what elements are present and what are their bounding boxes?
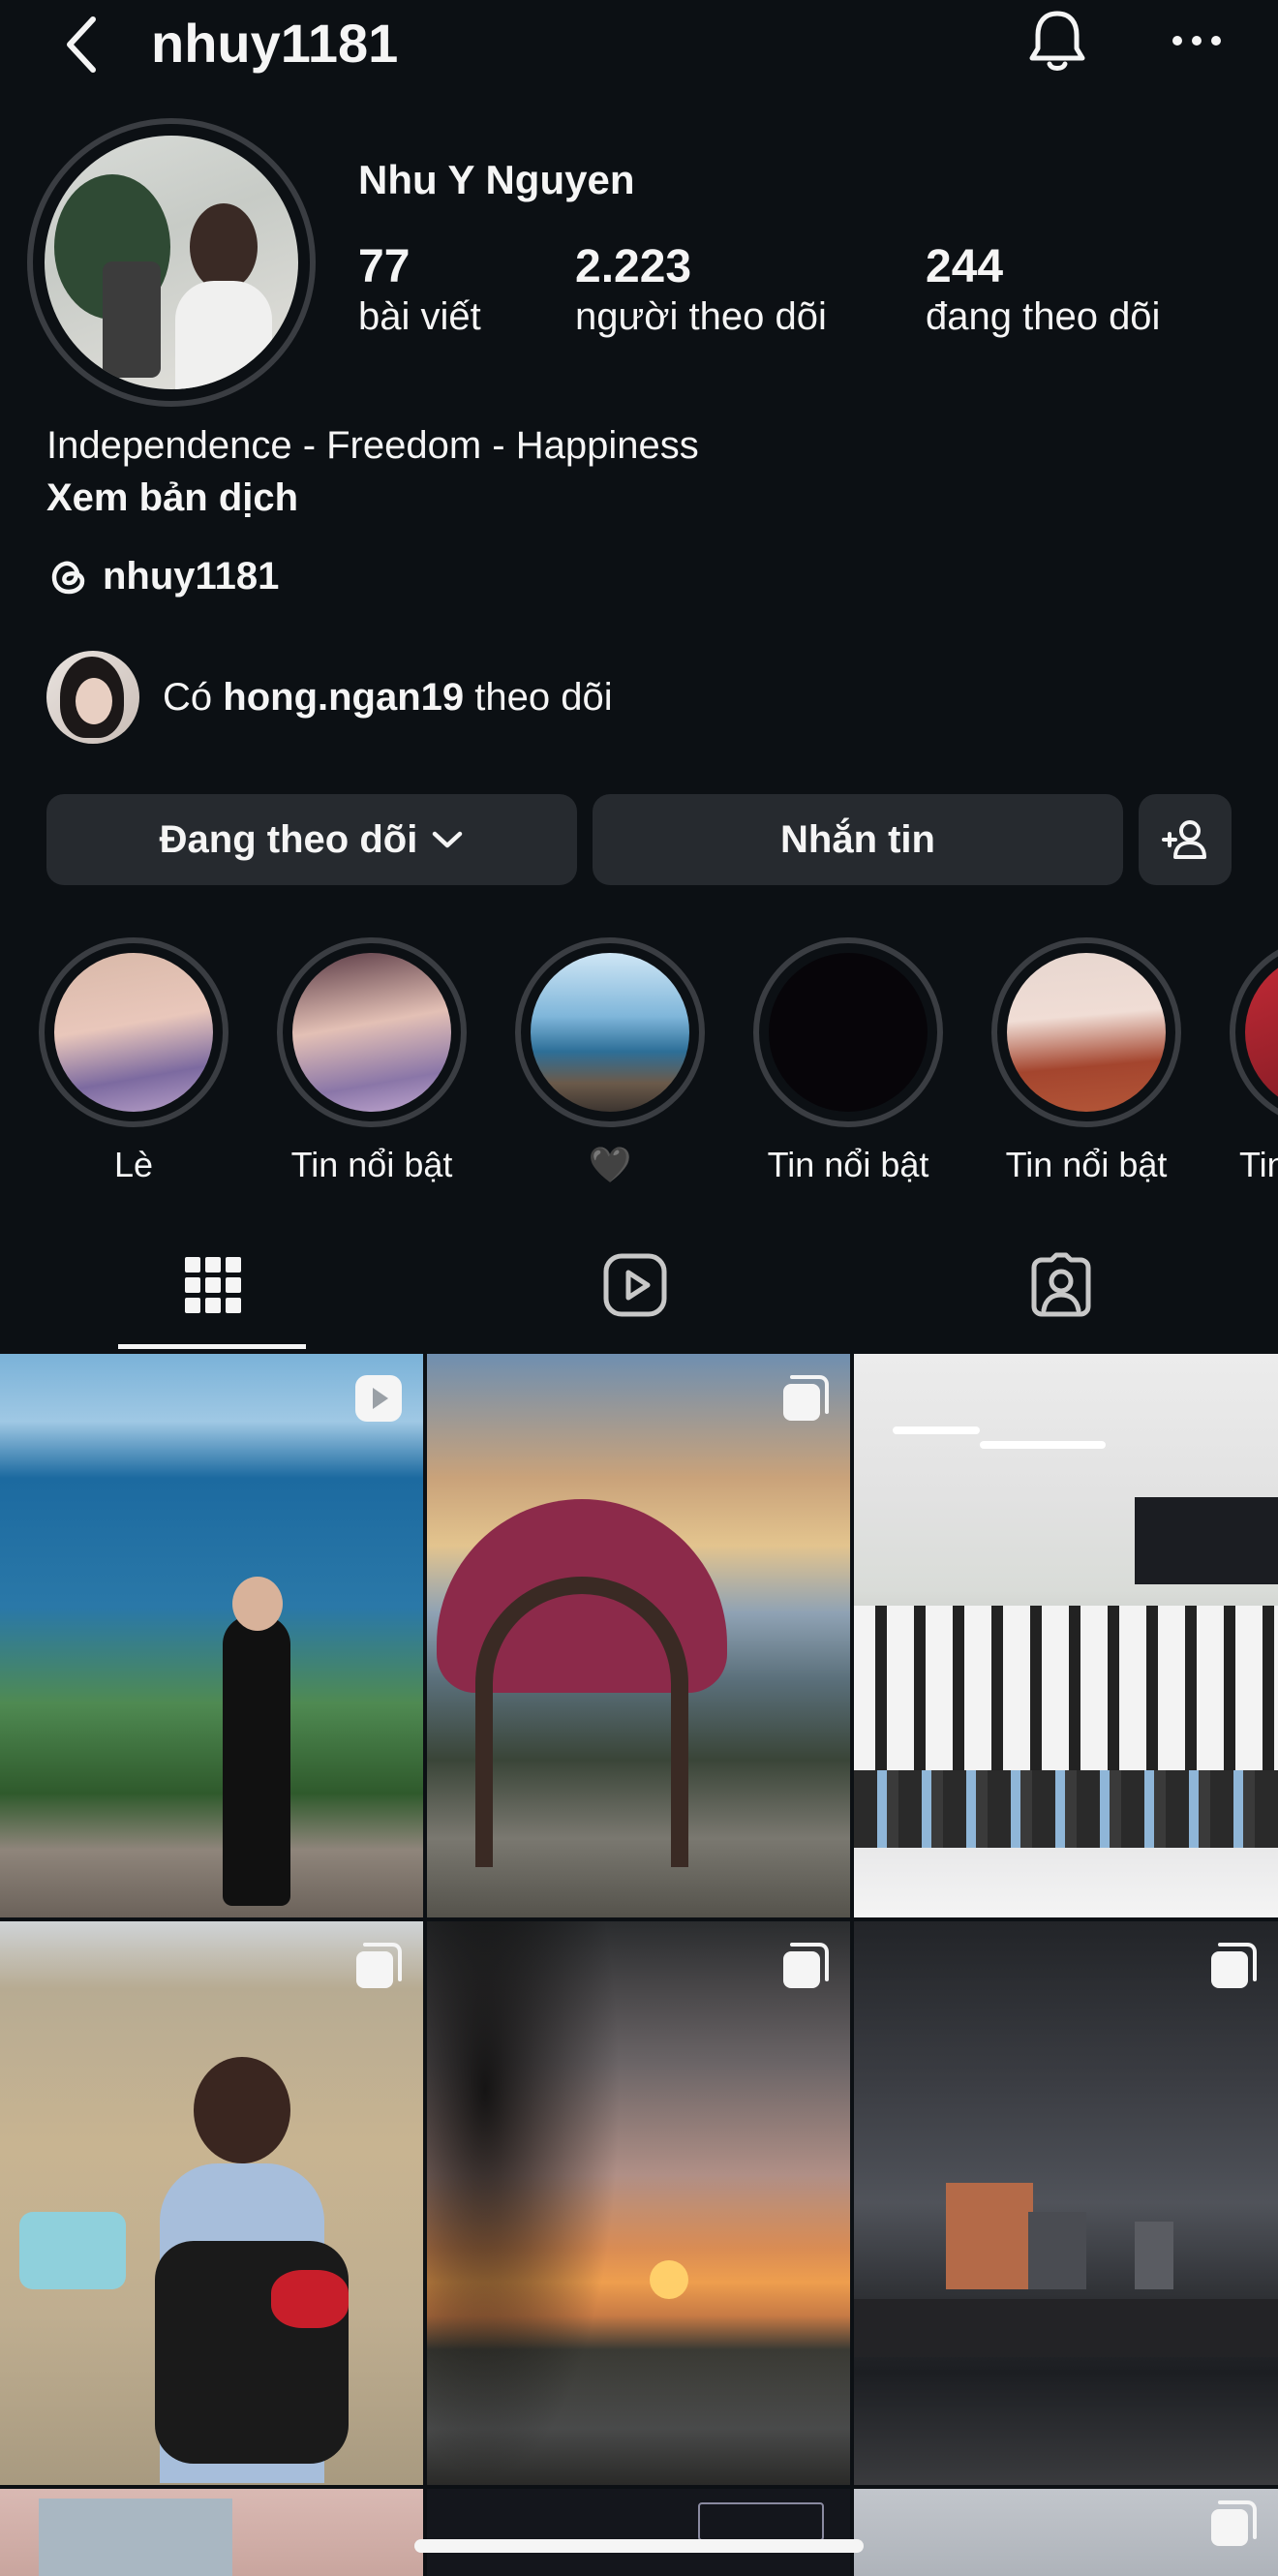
highlight-item[interactable]: Tin nổi bật: [277, 937, 467, 1185]
highlight-label: Tin: [1239, 1145, 1278, 1184]
carousel-icon: [1208, 2500, 1259, 2553]
highlight-cover: [753, 937, 943, 1127]
highlight-label: Tin nổi bật: [767, 1145, 929, 1184]
highlight-cover: [991, 937, 1181, 1127]
highlight-label: Tin nổi bật: [290, 1145, 453, 1184]
post-thumbnail[interactable]: [427, 2489, 850, 2576]
stat-posts[interactable]: 77 bài viết: [358, 240, 481, 339]
followed-by-suffix: theo dõi: [474, 676, 613, 719]
header-username: nhuy1181: [151, 13, 399, 74]
carousel-badge: [780, 1941, 831, 1996]
highlight-item[interactable]: Tin: [1230, 937, 1278, 1185]
add-person-icon: [1161, 818, 1209, 861]
post-thumbnail[interactable]: [427, 1354, 850, 1917]
message-button[interactable]: Nhắn tin: [593, 794, 1123, 885]
tab-tagged[interactable]: [966, 1222, 1156, 1348]
post-thumbnail[interactable]: [0, 1354, 423, 1917]
followed-by-text[interactable]: Có hong.ngan19 theo dõi: [163, 676, 613, 720]
stat-followers[interactable]: 2.223 người theo dõi: [575, 240, 827, 339]
highlight-item[interactable]: Lè: [39, 937, 228, 1185]
see-translation-link[interactable]: Xem bản dịch: [46, 476, 298, 520]
highlight-item[interactable]: 🖤: [515, 937, 705, 1185]
threads-handle: nhuy1181: [103, 554, 280, 598]
post-thumbnail[interactable]: [854, 1354, 1278, 1917]
following-button-label: Đang theo dõi: [159, 817, 418, 861]
bio-text: Independence - Freedom - Happiness: [46, 424, 699, 467]
carousel-icon: [780, 1375, 831, 1427]
followed-by-prefix: Có: [163, 676, 213, 719]
highlight-label: 🖤: [588, 1145, 632, 1184]
highlight-cover: [39, 937, 228, 1127]
reels-icon: [603, 1253, 667, 1317]
post-thumbnail[interactable]: [0, 1921, 423, 2485]
post-thumbnail[interactable]: [854, 1921, 1278, 2485]
highlight-item[interactable]: Tin nổi bật: [753, 937, 943, 1185]
message-button-label: Nhắn tin: [780, 817, 935, 861]
followed-by-user[interactable]: hong.ngan19: [223, 676, 464, 719]
tagged-icon: [1028, 1252, 1094, 1318]
post-thumbnail[interactable]: [427, 1921, 850, 2485]
display-name: Nhu Y Nguyen: [358, 157, 635, 202]
grid-icon: [185, 1257, 241, 1313]
threads-link[interactable]: nhuy1181: [48, 552, 279, 600]
stat-following-value: 244: [926, 241, 1004, 292]
more-options-icon[interactable]: [1170, 21, 1224, 60]
carousel-badge: [780, 1373, 831, 1428]
play-icon: [353, 1375, 404, 1427]
tab-reels[interactable]: [540, 1222, 730, 1348]
carousel-badge: [1208, 1941, 1259, 1996]
highlight-cover: [1230, 937, 1278, 1127]
highlight-item[interactable]: Tin nổi bật: [991, 937, 1181, 1185]
post-thumbnail[interactable]: [0, 2489, 423, 2576]
highlight-label: Tin nổi bật: [1005, 1145, 1168, 1184]
bell-icon[interactable]: [1026, 8, 1088, 76]
carousel-icon: [1208, 1943, 1259, 1995]
home-indicator[interactable]: [414, 2539, 864, 2553]
stat-followers-label: người theo dõi: [575, 295, 827, 338]
suggest-people-button[interactable]: [1139, 794, 1232, 885]
post-thumbnail[interactable]: [854, 2489, 1278, 2576]
stat-posts-value: 77: [358, 241, 411, 292]
highlight-cover: [515, 937, 705, 1127]
following-button[interactable]: Đang theo dõi: [46, 794, 577, 885]
carousel-icon: [780, 1943, 831, 1995]
profile-screen: { "header": {"username": "nhuy1181"}, "i…: [0, 0, 1278, 2576]
carousel-icon: [353, 1943, 404, 1995]
mutual-follower-avatar[interactable]: [46, 651, 139, 744]
carousel-badge: [1208, 2499, 1259, 2554]
stat-following-label: đang theo dõi: [926, 295, 1161, 338]
stat-posts-label: bài viết: [358, 295, 481, 338]
tab-posts[interactable]: [118, 1222, 308, 1348]
stat-following[interactable]: 244 đang theo dõi: [926, 240, 1160, 339]
reel-badge: [353, 1373, 404, 1428]
tab-active-indicator: [118, 1344, 306, 1349]
back-button[interactable]: [56, 10, 105, 77]
highlight-cover: [277, 937, 467, 1127]
profile-avatar[interactable]: [27, 118, 316, 407]
carousel-badge: [353, 1941, 404, 1996]
stat-followers-value: 2.223: [575, 241, 692, 292]
threads-icon: [48, 556, 89, 597]
chevron-down-icon: [431, 829, 464, 850]
highlight-label: Lè: [113, 1145, 154, 1184]
